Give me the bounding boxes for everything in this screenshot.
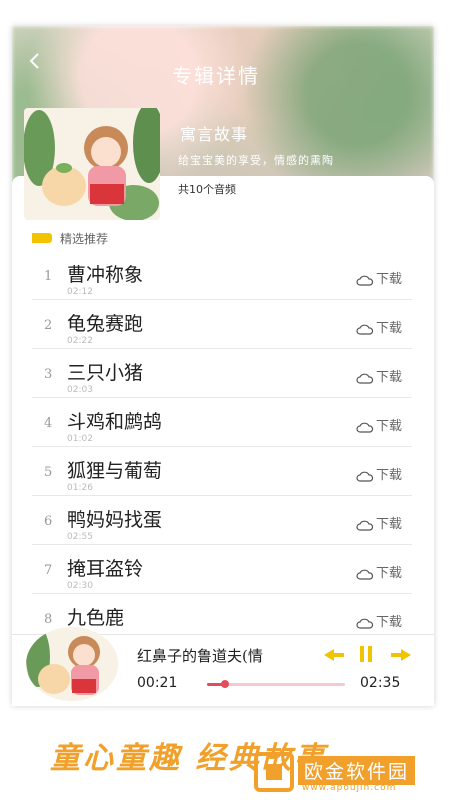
download-button[interactable]: 下载 (356, 611, 402, 630)
download-label: 下载 (375, 321, 402, 336)
track-row[interactable]: 6 鸭妈妈找蛋 02:55 下载 (32, 496, 412, 545)
track-number: 4 (44, 416, 53, 431)
track-name[interactable]: 曹冲称象 (67, 260, 143, 287)
cloud-download-icon (356, 421, 374, 433)
track-name[interactable]: 斗鸡和鹧鸪 (67, 407, 162, 434)
total-time: 02:35 (360, 675, 401, 691)
download-label: 下载 (375, 272, 402, 287)
track-name[interactable]: 狐狸与葡萄 (67, 456, 162, 483)
track-number: 6 (44, 514, 53, 529)
cloud-download-icon (356, 519, 374, 531)
track-number: 1 (44, 269, 53, 284)
download-button[interactable]: 下载 (356, 562, 402, 581)
previous-icon[interactable] (324, 647, 346, 666)
download-label: 下载 (375, 566, 402, 581)
current-time: 00:21 (137, 675, 178, 691)
download-button[interactable]: 下载 (356, 317, 402, 336)
track-duration: 01:02 (67, 434, 93, 442)
track-name[interactable]: 鸭妈妈找蛋 (67, 505, 162, 532)
album-cover (24, 108, 160, 220)
cloud-download-icon (356, 323, 374, 335)
track-duration: 02:03 (67, 385, 93, 393)
track-name[interactable]: 龟兔赛跑 (67, 309, 143, 336)
album-title: 寓言故事 (180, 125, 249, 144)
track-name[interactable]: 掩耳盗铃 (67, 554, 143, 581)
next-icon[interactable] (389, 647, 411, 666)
download-button[interactable]: 下载 (356, 268, 402, 287)
player-cover[interactable] (26, 627, 118, 701)
download-button[interactable]: 下载 (356, 513, 402, 532)
brand-name: 欧金软件园 (298, 756, 416, 785)
track-duration: 01:26 (67, 483, 93, 491)
download-label: 下载 (375, 517, 402, 532)
cloud-download-icon (356, 274, 374, 286)
download-label: 下载 (375, 468, 402, 483)
track-row[interactable]: 7 掩耳盗铃 02:30 下载 (32, 545, 412, 594)
track-name[interactable]: 九色鹿 (67, 603, 124, 630)
audio-count: 共10个音频 (178, 183, 236, 196)
download-label: 下载 (375, 419, 402, 434)
progress-knob[interactable] (220, 680, 229, 688)
track-number: 8 (44, 612, 53, 627)
download-label: 下载 (375, 370, 402, 385)
download-button[interactable]: 下载 (356, 366, 402, 385)
cloud-download-icon (356, 372, 374, 384)
brand-watermark: 欧金软件园 www.apoujin.com (250, 748, 446, 798)
track-list: 1 曹冲称象 02:12 下载 2 龟兔赛跑 02:22 下载 3 三只小猪 0… (32, 251, 412, 643)
track-number: 2 (44, 318, 53, 333)
pause-icon[interactable] (357, 645, 375, 667)
track-row[interactable]: 4 斗鸡和鹧鸪 01:02 下载 (32, 398, 412, 447)
cloud-download-icon (356, 568, 374, 580)
download-button[interactable]: 下载 (356, 464, 402, 483)
player-track-title: 红鼻子的鲁道夫(情 (137, 647, 263, 665)
track-row[interactable]: 2 龟兔赛跑 02:22 下载 (32, 300, 412, 349)
track-duration: 02:55 (67, 532, 93, 540)
page-title: 专辑详情 (172, 64, 260, 88)
track-row[interactable]: 5 狐狸与葡萄 01:26 下载 (32, 447, 412, 496)
section-title: 精选推荐 (60, 232, 109, 246)
progress-bar[interactable] (207, 680, 345, 688)
track-number: 5 (44, 465, 53, 480)
download-button[interactable]: 下载 (356, 415, 402, 434)
track-row[interactable]: 1 曹冲称象 02:12 下载 (32, 251, 412, 300)
download-label: 下载 (375, 615, 402, 630)
cloud-download-icon (356, 470, 374, 482)
section-flag-icon (32, 233, 52, 243)
track-duration: 02:30 (67, 581, 93, 589)
cloud-download-icon (356, 617, 374, 629)
track-number: 7 (44, 563, 53, 578)
track-row[interactable]: 3 三只小猪 02:03 下载 (32, 349, 412, 398)
brand-url: www.apoujin.com (302, 783, 397, 793)
track-name[interactable]: 三只小猪 (67, 358, 143, 385)
mini-player[interactable]: 红鼻子的鲁道夫(情 00:21 02:35 (12, 627, 434, 706)
album-description: 给宝宝美的享受，情感的熏陶 (178, 154, 334, 167)
track-number: 3 (44, 367, 53, 382)
track-duration: 02:12 (67, 287, 93, 295)
app-frame: 专辑详情 寓言故事 给宝宝美的享受，情感的熏陶 共10个音频 精选推荐 1 曹冲… (12, 26, 434, 706)
back-arrow-icon[interactable] (26, 52, 44, 70)
track-duration: 02:22 (67, 336, 93, 344)
brand-logo-icon (254, 752, 294, 792)
